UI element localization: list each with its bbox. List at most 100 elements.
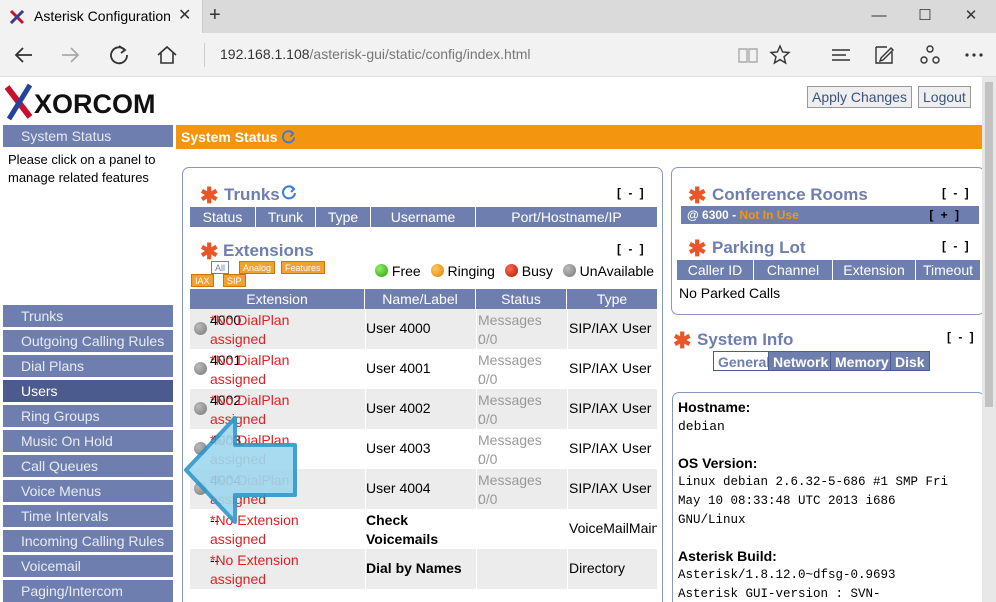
name-label: User 4000 xyxy=(366,320,431,336)
asterisk-icon: ✱ xyxy=(688,183,707,208)
home-icon[interactable] xyxy=(155,43,179,67)
favorite-star-icon[interactable] xyxy=(768,43,792,67)
pointer-arrow-overlay xyxy=(184,416,297,524)
url-field[interactable]: 192.168.1.108/asterisk-gui/static/config… xyxy=(220,46,531,62)
new-tab-button[interactable]: + xyxy=(209,4,221,27)
extension-note: *No DialPlan xyxy=(210,392,290,408)
sidebar-item-call-queues[interactable]: Call Queues xyxy=(3,455,173,478)
sidebar-item-voicemail[interactable]: Voicemail xyxy=(3,555,173,578)
hub-icon[interactable] xyxy=(829,43,853,67)
filter-features-button[interactable]: Features xyxy=(281,261,325,274)
extension-type: Directory xyxy=(569,560,626,576)
sidebar-item-incoming-calling-rules[interactable]: Incoming Calling Rules xyxy=(3,530,173,553)
scrollbar-thumb[interactable] xyxy=(985,82,993,407)
conference-title: Conference Rooms xyxy=(712,185,868,204)
page-scrollbar[interactable] xyxy=(982,77,996,602)
status-dot-icon xyxy=(194,402,207,415)
sidebar-item-trunks[interactable]: Trunks xyxy=(3,305,173,328)
asterisk-build-label: Asterisk Build: xyxy=(678,548,777,564)
more-icon[interactable] xyxy=(962,43,986,67)
browser-tab[interactable]: Asterisk Configuration ✕ xyxy=(0,0,203,33)
os-version-label: OS Version: xyxy=(678,455,758,471)
refresh-icon[interactable] xyxy=(281,184,297,200)
filter-iax-button[interactable]: IAX xyxy=(191,274,214,287)
name-label: Voicemails xyxy=(366,531,439,547)
extension-note: *No DialPlan xyxy=(210,352,290,368)
trunks-table-header: Status Trunk Type Username Port/Hostname… xyxy=(190,207,657,227)
conference-collapse-button[interactable]: [ - ] xyxy=(942,186,971,200)
sysinfo-collapse-button[interactable]: [ - ] xyxy=(947,330,976,344)
os-version-line: GNU/Linux xyxy=(678,513,746,527)
apply-changes-button[interactable]: Apply Changes xyxy=(807,86,912,108)
asterisk-icon: ✱ xyxy=(200,183,219,208)
tab-title: Asterisk Configuration xyxy=(34,8,171,24)
extension-note: assigned xyxy=(210,531,267,547)
minimize-button[interactable]: — xyxy=(856,3,902,29)
status-text: 0/0 xyxy=(478,491,498,507)
filter-sip-button[interactable]: SIP xyxy=(223,274,246,287)
trunks-collapse-button[interactable]: [ - ] xyxy=(617,186,646,200)
status-text: 0/0 xyxy=(478,331,498,347)
filter-all-button[interactable]: All xyxy=(211,261,230,274)
table-row[interactable]: 4000 *No DialPlan assigned User 4000 Message… xyxy=(190,309,657,349)
gui-version-value: Asterisk GUI-version : SVN- xyxy=(678,587,881,601)
sysinfo-title: System Info xyxy=(697,330,794,349)
extension-type: SIP/IAX User xyxy=(569,440,652,456)
name-label: User 4001 xyxy=(366,360,431,376)
forward-icon[interactable] xyxy=(58,43,82,67)
sidebar-item-voice-menus[interactable]: Voice Menus xyxy=(3,480,173,503)
extension-note: assigned xyxy=(210,571,267,587)
maximize-button[interactable]: ☐ xyxy=(902,3,948,29)
conference-room-row[interactable]: @ 6300 - Not In Use [ + ] xyxy=(681,206,979,224)
web-note-icon[interactable] xyxy=(872,43,896,67)
reading-view-icon[interactable] xyxy=(736,43,760,67)
table-row[interactable]: 4001 *No DialPlan assigned User 4001 Message… xyxy=(190,349,657,389)
refresh-icon[interactable] xyxy=(281,129,296,144)
extension-note: *No Extension xyxy=(210,552,299,568)
close-window-button[interactable]: ✕ xyxy=(948,3,994,29)
extension-type: SIP/IAX User xyxy=(569,360,652,376)
sidebar-item-outgoing-calling-rules[interactable]: Outgoing Calling Rules xyxy=(3,330,173,353)
conference-room-status: Not In Use xyxy=(739,208,799,222)
sidebar-item-time-intervals[interactable]: Time Intervals xyxy=(3,505,173,528)
name-label: User 4002 xyxy=(366,400,431,416)
tab-close-icon[interactable]: ✕ xyxy=(178,5,191,25)
sidebar-item-paging-intercom[interactable]: Paging/Intercom xyxy=(3,580,173,602)
share-icon[interactable] xyxy=(918,43,942,67)
legend-ringing: Ringing xyxy=(447,263,495,279)
conference-parking-panel: ✱ Conference Rooms [ - ] @ 6300 - Not In… xyxy=(671,167,982,315)
table-row[interactable]: -- *No Extension assigned Dial by Names Dire… xyxy=(190,549,657,589)
system-info-panel: ✱ System Info [ - ] General Network Memo… xyxy=(671,322,982,602)
trunks-title: Trunks xyxy=(224,185,280,204)
column-header: Status xyxy=(190,207,256,227)
column-header: Username xyxy=(371,207,476,227)
column-header: Extension xyxy=(190,289,365,309)
tab-general[interactable]: General xyxy=(713,351,776,371)
logout-button[interactable]: Logout xyxy=(918,86,971,108)
extension-type: SIP/IAX User xyxy=(569,400,652,416)
extension-type: SIP/IAX User xyxy=(569,480,652,496)
asterisk-icon: ✱ xyxy=(673,328,692,353)
extension-note: assigned xyxy=(210,331,267,347)
os-version-line: Linux debian 2.6.32-5-686 #1 SMP Fri xyxy=(678,475,949,489)
back-icon[interactable] xyxy=(12,43,36,67)
extensions-collapse-button[interactable]: [ - ] xyxy=(617,242,646,256)
filter-analog-button[interactable]: Analog xyxy=(239,261,276,274)
sidebar-item-music-on-hold[interactable]: Music On Hold xyxy=(3,430,173,453)
sidebar-help-text: Please click on a panel to manage relate… xyxy=(8,152,156,185)
sidebar-header[interactable]: System Status xyxy=(3,125,173,147)
sidebar-item-users[interactable]: Users xyxy=(3,380,173,403)
tab-memory[interactable]: Memory xyxy=(830,351,894,371)
refresh-icon[interactable] xyxy=(107,43,131,67)
tab-disk[interactable]: Disk xyxy=(890,351,930,371)
parking-empty-text: No Parked Calls xyxy=(679,285,781,301)
extension-type: SIP/IAX User xyxy=(569,320,652,336)
conference-expand-button[interactable]: [ + ] xyxy=(929,206,961,224)
sidebar-item-ring-groups[interactable]: Ring Groups xyxy=(3,405,173,428)
extension-note: assigned xyxy=(210,371,267,387)
xorcom-favicon-icon xyxy=(9,9,25,25)
parking-collapse-button[interactable]: [ - ] xyxy=(942,239,971,253)
column-header: Port/Hostname/IP xyxy=(511,209,622,225)
tab-network[interactable]: Network xyxy=(768,351,834,371)
sidebar-item-dial-plans[interactable]: Dial Plans xyxy=(3,355,173,378)
